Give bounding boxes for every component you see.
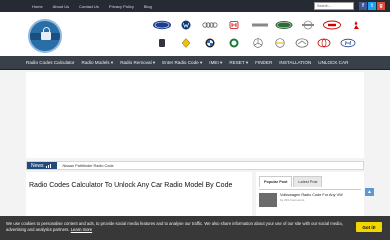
toyota-logo [317,38,331,48]
kia-logo [323,20,341,30]
news-label: News [31,162,44,169]
cookie-message: We use cookies to personalise content an… [6,221,346,233]
top-link-blog[interactable]: Blog [144,4,152,9]
ad-banner[interactable] [26,72,364,158]
nav-radio-models[interactable]: Radio Models ▾ [82,60,114,66]
site-header [0,12,390,56]
opel-logo [275,38,285,48]
search-input[interactable]: Search... [314,2,354,10]
nav-radio-codes-calculator[interactable]: Radio Codes Calculator [26,60,75,65]
lexus-logo [252,23,268,27]
list-item[interactable]: Volkswagen Radio Code For Any VW by 333 … [259,189,361,207]
peugeot-logo [159,39,165,47]
learn-more-link[interactable]: Learn more [71,227,92,232]
skoda-logo [229,38,239,48]
news-headline[interactable]: Nissan Pathfinder Radio Code [63,164,114,168]
land-rover-logo [275,21,293,29]
nav-finder[interactable]: FINDER [255,60,272,65]
cookie-banner: We use cookies to personalise content an… [0,216,390,240]
nav-reset[interactable]: RESET ▾ [229,60,248,66]
top-link-about[interactable]: About Us [53,4,69,9]
nissan-logo [302,20,314,30]
mitsubishi-logo [354,21,359,29]
cookie-text: We use cookies to personalise content an… [6,221,343,232]
honda-logo [229,21,239,29]
nav-imei[interactable]: IMEI ▾ [209,60,222,66]
nav-enter-radio-code[interactable]: Enter Radio Code ▾ [162,60,202,66]
facebook-icon[interactable]: f [359,2,367,10]
news-label-box: News [27,162,57,169]
sidebar-tabs: Popular Post Latest Post [256,172,364,187]
top-link-privacy[interactable]: Privacy Policy [109,4,134,9]
tab-popular-post[interactable]: Popular Post [259,176,293,187]
post-meta: by 333 Comments [280,198,305,202]
renault-logo [181,38,191,48]
back-to-top-button[interactable]: ▲ [365,188,374,196]
tab-latest-post[interactable]: Latest Post [293,176,323,187]
got-it-button[interactable]: Got it! [356,222,382,232]
ford-logo [153,20,171,30]
nav-radio-removal[interactable]: Radio Removal ▾ [120,60,155,66]
mazda-logo [295,38,309,48]
bar-chart-icon [45,163,51,168]
post-title[interactable]: Volkswagen Radio Code For Any VW [280,193,343,197]
top-link-contact[interactable]: Contact Us [79,4,99,9]
google-plus-icon[interactable]: g [377,2,385,10]
page-title: Radio Codes Calculator To Unlock Any Car… [29,182,233,189]
top-link-home[interactable]: Home [32,4,43,9]
post-thumbnail[interactable] [259,193,277,207]
news-ticker: News Nissan Pathfinder Radio Code [26,161,364,170]
site-logo[interactable] [28,19,62,53]
social-icons: f t g [358,2,385,10]
audi-logo [202,22,218,28]
nav-installation[interactable]: INSTALLATION [279,60,311,65]
hyundai-logo [340,38,356,48]
volkswagen-logo [181,20,191,30]
mercedes-logo [253,38,263,48]
bmw-logo [205,38,215,48]
twitter-icon[interactable]: t [368,2,376,10]
nav-unlock-car[interactable]: UNLOCK CAR [318,60,348,65]
main-nav: Radio Codes Calculator Radio Models ▾ Ra… [0,56,390,70]
